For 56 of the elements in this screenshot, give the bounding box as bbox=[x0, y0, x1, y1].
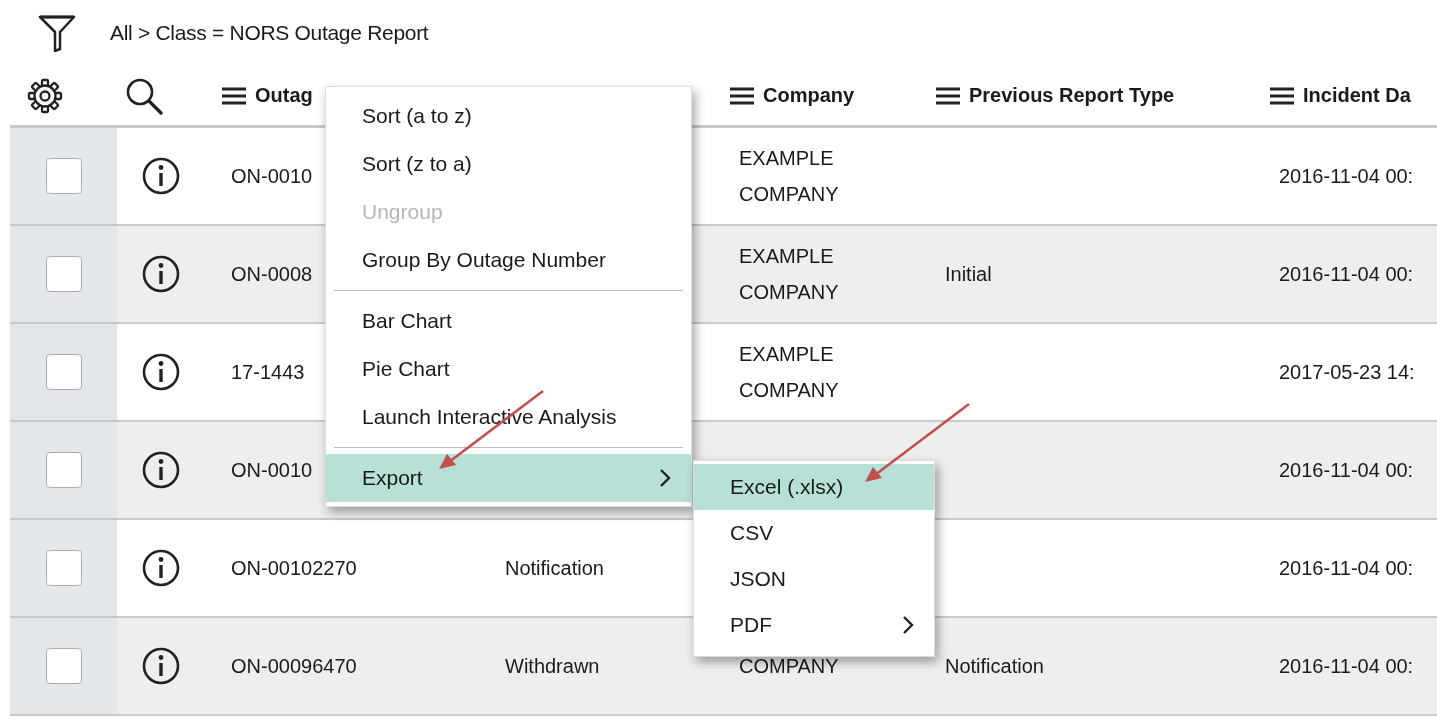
settings-icon[interactable] bbox=[27, 77, 63, 114]
checkbox[interactable] bbox=[45, 452, 82, 488]
table-cell: 2016-11-04 00: bbox=[1279, 262, 1414, 286]
menu-item[interactable]: Pie Chart bbox=[326, 345, 691, 393]
record-link[interactable]: ON-00096470 bbox=[231, 654, 357, 678]
menu-item[interactable]: Sort (z to a) bbox=[326, 140, 691, 188]
info-icon[interactable] bbox=[141, 450, 181, 490]
checkbox[interactable] bbox=[45, 158, 82, 194]
search-icon[interactable] bbox=[125, 76, 163, 115]
chevron-icon bbox=[902, 615, 914, 635]
menu-icon[interactable] bbox=[936, 86, 960, 105]
table-cell: 2016-11-04 00: bbox=[1279, 654, 1414, 678]
table-cell: 2016-11-04 00: bbox=[1279, 164, 1414, 188]
menu-item[interactable]: CSV bbox=[694, 510, 934, 556]
filter-icon[interactable] bbox=[38, 14, 76, 52]
info-icon[interactable] bbox=[141, 254, 181, 294]
record-link[interactable]: 17-1443 bbox=[231, 360, 305, 384]
info-icon[interactable] bbox=[141, 548, 181, 588]
table-cell-text: EXAMPLE COMPANY bbox=[739, 146, 840, 207]
table-cell: Initial bbox=[945, 262, 992, 286]
info-icon[interactable] bbox=[141, 352, 181, 392]
menu-item[interactable]: Bar Chart bbox=[326, 297, 691, 345]
menu-icon[interactable] bbox=[1270, 86, 1294, 105]
checkbox[interactable] bbox=[45, 354, 82, 390]
record-link[interactable]: ON-0010 bbox=[231, 458, 313, 482]
menu-icon[interactable] bbox=[222, 86, 246, 105]
checkbox[interactable] bbox=[45, 256, 82, 292]
menu-item[interactable]: Sort (a to z) bbox=[326, 92, 691, 140]
menu-item[interactable]: Group By Outage Number bbox=[326, 236, 691, 284]
table-cell: 2017-05-23 14: bbox=[1279, 360, 1415, 384]
menu-item[interactable]: JSON bbox=[694, 556, 934, 602]
table-cell: 2016-11-04 00: bbox=[1279, 458, 1414, 482]
table-cell: Withdrawn bbox=[505, 654, 600, 678]
checkbox[interactable] bbox=[45, 550, 82, 586]
chevron-icon bbox=[659, 468, 671, 488]
menu-item[interactable]: Export bbox=[326, 454, 691, 502]
record-link[interactable]: ON-0008 bbox=[231, 262, 313, 286]
table-cell: Notification bbox=[505, 556, 604, 580]
info-icon[interactable] bbox=[141, 156, 181, 196]
table-cell-text: EXAMPLE COMPANY bbox=[739, 244, 840, 305]
column-header[interactable]: Company bbox=[723, 84, 855, 107]
record-link[interactable]: ON-00102270 bbox=[231, 556, 357, 580]
column-header[interactable]: Incident Da bbox=[1263, 84, 1411, 107]
info-icon[interactable] bbox=[141, 646, 181, 686]
column-header[interactable]: Previous Report Type bbox=[929, 84, 1175, 107]
table-cell: 2016-11-04 00: bbox=[1279, 556, 1414, 580]
column-header[interactable]: Outag bbox=[215, 84, 313, 107]
menu-item[interactable]: Excel (.xlsx) bbox=[694, 464, 934, 510]
table-cell-text: COMPANY bbox=[739, 654, 840, 679]
filter-breadcrumb[interactable]: All > Class = NORS Outage Report bbox=[110, 21, 429, 45]
menu-icon[interactable] bbox=[730, 86, 754, 105]
menu-item[interactable]: PDF bbox=[694, 602, 934, 648]
table-cell: Notification bbox=[945, 654, 1044, 678]
record-link[interactable]: ON-0010 bbox=[231, 164, 313, 188]
checkbox[interactable] bbox=[45, 648, 82, 684]
table-cell-text: EXAMPLE COMPANY bbox=[739, 342, 840, 403]
